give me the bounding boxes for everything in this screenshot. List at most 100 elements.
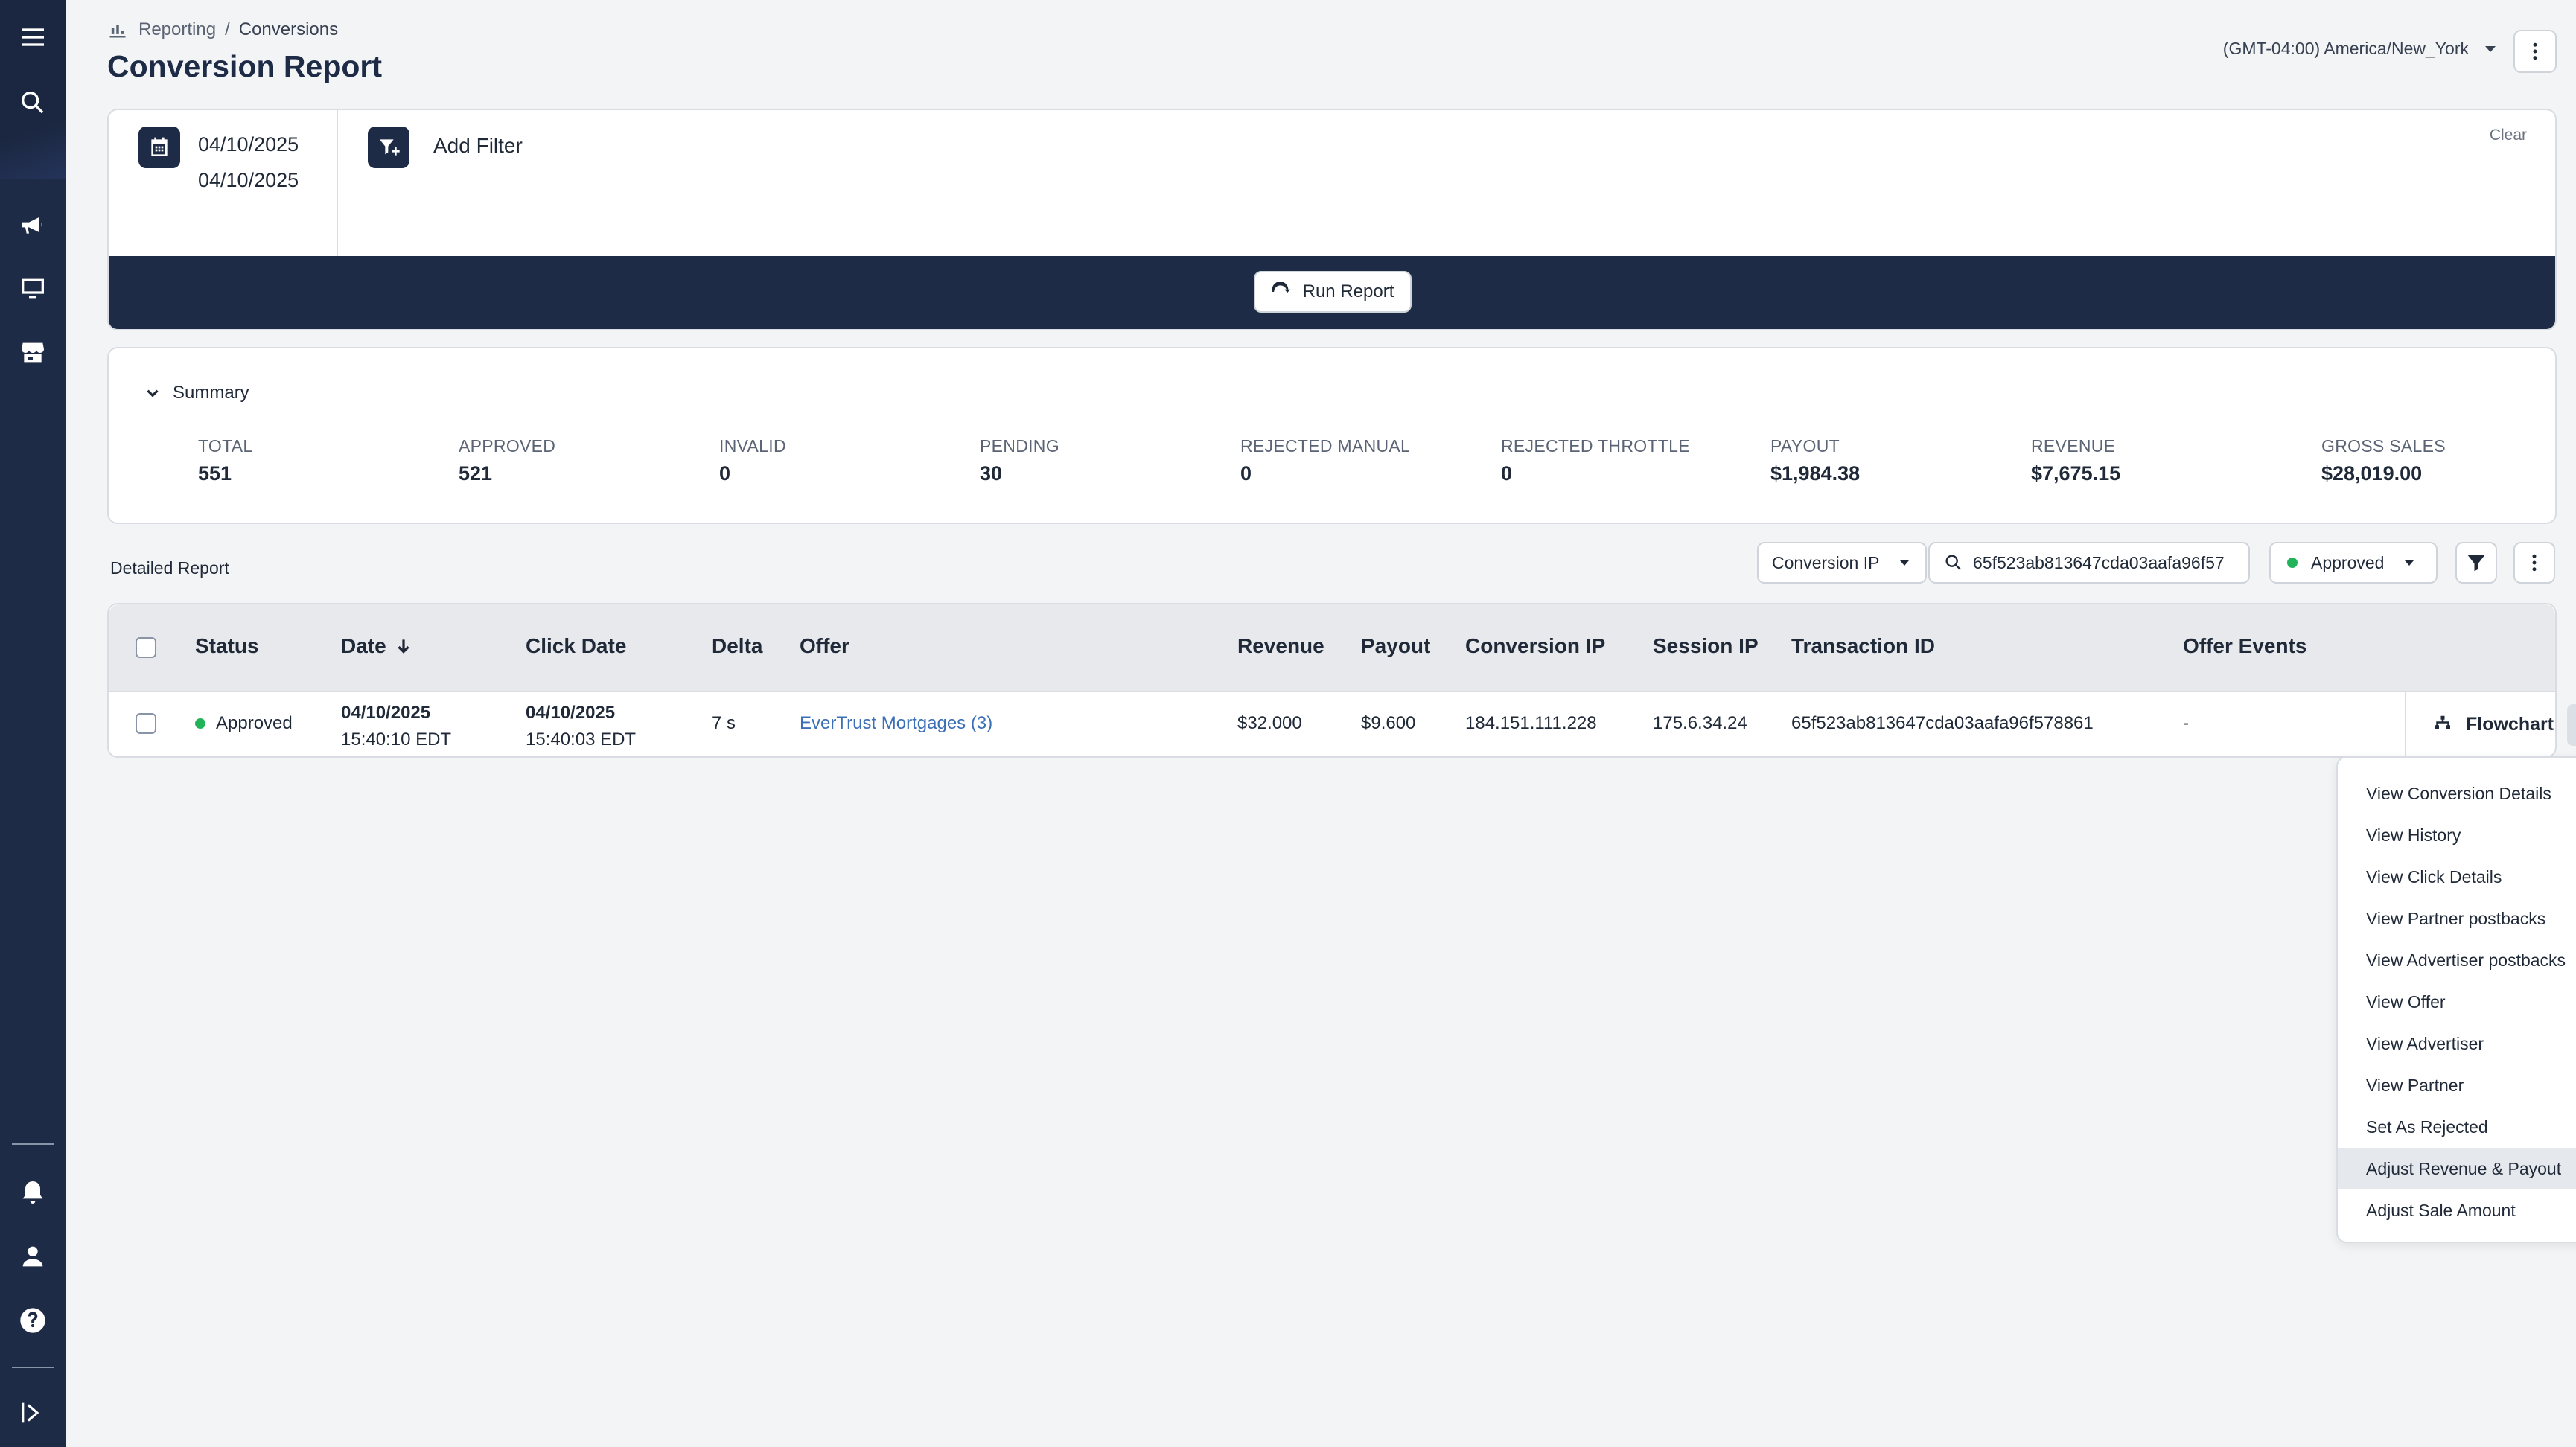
menu-item-view-partner-postbacks[interactable]: View Partner postbacks: [2338, 898, 2576, 939]
select-all-checkbox[interactable]: [136, 637, 156, 658]
filter-icon: [2467, 555, 2485, 572]
chevron-down-icon: [2485, 45, 2496, 52]
menu-item-view-offer[interactable]: View Offer: [2338, 981, 2576, 1023]
date-time-value: 15:40:10 EDT: [341, 729, 452, 750]
metric-label: PENDING: [980, 436, 1059, 456]
table-header: Status Date Click Date Delta Offer Reven…: [109, 604, 2555, 692]
help-icon[interactable]: [16, 1304, 49, 1337]
column-header-click-date[interactable]: Click Date: [526, 634, 626, 658]
breadcrumb-current: Conversions: [238, 19, 339, 39]
metric-label: TOTAL: [198, 436, 253, 456]
search-input[interactable]: 65f523ab813647cda03aafa96f57: [1928, 542, 2250, 584]
summary-panel: Summary TOTAL 551 APPROVED 521 INVALID 0…: [107, 347, 2557, 524]
metric-value: $1,984.38: [1770, 462, 1861, 485]
search-field-value: Conversion IP: [1772, 552, 1880, 572]
add-filter-button[interactable]: Add Filter: [433, 134, 523, 158]
menu-item-set-as-rejected[interactable]: Set As Rejected: [2338, 1106, 2576, 1148]
sort-arrow-down-icon: [398, 639, 409, 654]
conversion-ip-cell: 184.151.111.228: [1465, 713, 1597, 733]
monitor-icon[interactable]: [16, 272, 49, 305]
metric-label: APPROVED: [459, 436, 556, 456]
payout-cell: $9.600: [1361, 713, 1416, 733]
column-header-date[interactable]: Date: [341, 634, 413, 658]
table-more-button[interactable]: [2513, 542, 2555, 584]
kebab-icon: [2532, 554, 2537, 572]
date-range-picker[interactable]: 04/10/2025 04/10/2025: [109, 110, 338, 256]
page-more-button[interactable]: [2513, 30, 2557, 73]
run-report-button[interactable]: Run Report: [1254, 271, 1412, 313]
metric-value: 0: [719, 462, 731, 485]
menu-icon[interactable]: [16, 21, 49, 54]
chevron-down-icon: [1900, 560, 1910, 566]
menu-item-view-conversion-details[interactable]: View Conversion Details: [2338, 773, 2576, 814]
summary-label: Summary: [173, 383, 249, 403]
filter-button[interactable]: [2455, 542, 2497, 584]
delta-cell: 7 s: [712, 713, 736, 733]
session-ip-cell: 175.6.34.24: [1653, 713, 1747, 733]
flowchart-button[interactable]: Flowchart: [2432, 713, 2554, 735]
store-icon[interactable]: [16, 336, 49, 369]
column-header-offer-events[interactable]: Offer Events: [2183, 634, 2307, 658]
summary-toggle[interactable]: Summary: [143, 383, 249, 403]
sidebar-divider: [12, 1367, 54, 1368]
status-cell: Approved: [195, 713, 293, 734]
chevron-down-icon: [147, 389, 159, 397]
row-context-menu: View Conversion Details View History Vie…: [2336, 756, 2576, 1243]
metric-gross-sales: GROSS SALES $28,019.00: [2321, 436, 2446, 485]
clear-filters-link[interactable]: Clear: [2490, 127, 2527, 144]
column-header-label: Transaction ID: [1791, 634, 1935, 657]
metric-value: 551: [198, 462, 232, 485]
megaphone-icon[interactable]: [16, 208, 49, 241]
breadcrumb-separator: /: [225, 19, 230, 39]
status-filter-select[interactable]: Approved: [2269, 542, 2438, 584]
breadcrumb-parent[interactable]: Reporting: [138, 19, 216, 40]
row-checkbox[interactable]: [136, 713, 156, 734]
column-header-transaction-id[interactable]: Transaction ID: [1791, 634, 1935, 658]
expand-icon[interactable]: [16, 1396, 49, 1429]
metric-value: 521: [459, 462, 493, 485]
bell-icon[interactable]: [16, 1176, 49, 1209]
menu-item-adjust-revenue-payout[interactable]: Adjust Revenue & Payout: [2338, 1148, 2576, 1189]
metric-total: TOTAL 551: [198, 436, 253, 485]
metric-payout: PAYOUT $1,984.38: [1770, 436, 1860, 485]
menu-item-view-advertiser-postbacks[interactable]: View Advertiser postbacks: [2338, 939, 2576, 981]
column-header-session-ip[interactable]: Session IP: [1653, 634, 1759, 658]
column-header-status[interactable]: Status: [195, 634, 259, 658]
transaction-id-cell: 65f523ab813647cda03aafa96f578861: [1791, 713, 2094, 733]
main-content: Reporting / Conversions Conversion Repor…: [66, 0, 2576, 1447]
column-header-payout[interactable]: Payout: [1361, 634, 1430, 658]
menu-item-view-click-details[interactable]: View Click Details: [2338, 856, 2576, 898]
offer-link[interactable]: EverTrust Mortgages (3): [800, 713, 992, 734]
search-value: 65f523ab813647cda03aafa96f57: [1973, 552, 2225, 572]
timezone-select[interactable]: (GMT-04:00) America/New_York: [2223, 39, 2496, 59]
search-field-select[interactable]: Conversion IP: [1757, 542, 1927, 584]
column-header-revenue[interactable]: Revenue: [1237, 634, 1324, 658]
detailed-report-title: Detailed Report: [110, 558, 229, 578]
revenue-cell: $32.000: [1237, 713, 1302, 733]
menu-item-view-partner[interactable]: View Partner: [2338, 1064, 2576, 1106]
kebab-icon: [2533, 42, 2537, 60]
column-header-label: Offer Events: [2183, 634, 2307, 657]
column-header-conversion-ip[interactable]: Conversion IP: [1465, 634, 1605, 658]
status-filter-value: Approved: [2311, 552, 2385, 572]
sitemap-icon: [2435, 715, 2450, 729]
add-filter-icon[interactable]: [368, 127, 409, 168]
menu-item-view-history[interactable]: View History: [2338, 814, 2576, 856]
conversions-table: Status Date Click Date Delta Offer Reven…: [107, 603, 2576, 758]
status-text: Approved: [216, 713, 293, 733]
column-header-delta[interactable]: Delta: [712, 634, 762, 658]
page-title: Conversion Report: [107, 49, 383, 83]
metric-pending: PENDING 30: [980, 436, 1059, 485]
column-header-label: Delta: [712, 634, 763, 657]
metric-value: $28,019.00: [2321, 462, 2423, 485]
timezone-value: (GMT-04:00) America/New_York: [2222, 39, 2469, 58]
menu-item-view-advertiser[interactable]: View Advertiser: [2338, 1023, 2576, 1064]
column-header-label: Offer: [800, 634, 849, 657]
row-menu-button[interactable]: [2567, 704, 2576, 746]
column-header-label: Payout: [1361, 634, 1431, 657]
menu-item-adjust-sale-amount[interactable]: Adjust Sale Amount: [2338, 1189, 2576, 1231]
search-icon[interactable]: [16, 86, 49, 119]
column-header-offer[interactable]: Offer: [800, 634, 849, 658]
user-icon[interactable]: [16, 1240, 49, 1273]
metric-label: REVENUE: [2031, 436, 2116, 456]
